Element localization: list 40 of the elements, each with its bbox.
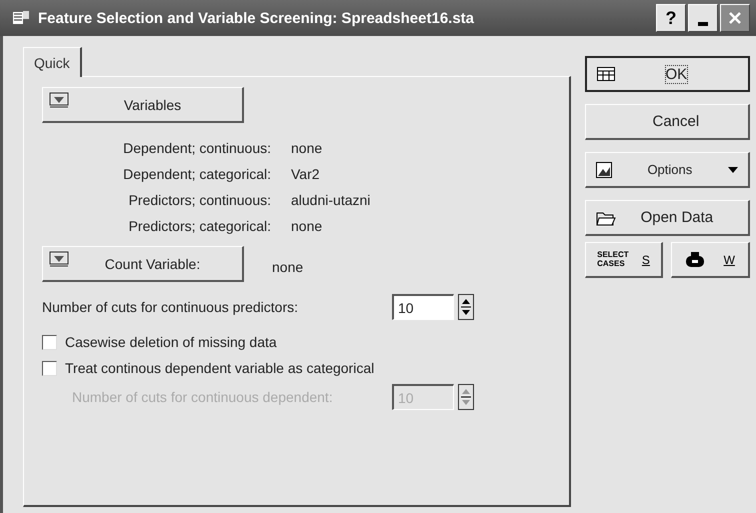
table-icon [596, 67, 615, 81]
variables-button[interactable]: Variables [42, 87, 244, 123]
select-cases-button[interactable]: SELECT CASES S [584, 242, 664, 278]
assignment-value: none [291, 140, 324, 156]
assignment-value: none [291, 218, 324, 234]
variables-icon [49, 92, 69, 108]
weight-button[interactable]: W [671, 242, 750, 278]
checkbox-label: Casewise deletion of missing data [65, 334, 277, 350]
spin-label: Number of cuts for continuous predictors: [42, 299, 300, 315]
options-button[interactable]: Options [584, 152, 750, 188]
variables-icon [49, 250, 69, 266]
number-field[interactable]: 10 [392, 294, 454, 320]
dropdown-arrow-icon [728, 166, 738, 172]
spin-label: Number of cuts for continuous dependent: [72, 389, 334, 405]
app-icon [12, 10, 30, 26]
assignment-label: Predictors; continuous: [128, 192, 271, 208]
cancel-button[interactable]: Cancel [584, 104, 750, 140]
checkbox[interactable] [42, 334, 57, 350]
spin-button[interactable] [458, 294, 474, 320]
close-button[interactable] [720, 4, 750, 32]
assignment-label: Dependent; continuous: [122, 140, 271, 156]
minimize-button[interactable] [688, 4, 718, 32]
window-title: Feature Selection and Variable Screening: Spreadsheet16.sta [38, 10, 476, 26]
open-data-button[interactable]: Open Data [584, 200, 750, 236]
assignment-value: aludni-utazni [291, 192, 372, 208]
close-icon [728, 11, 742, 25]
count-variable-button[interactable]: Count Variable: [42, 246, 244, 282]
weight-icon [685, 252, 706, 268]
help-button[interactable]: ? [656, 4, 686, 32]
checkbox[interactable] [42, 360, 57, 376]
ok-button[interactable]: OK [584, 56, 750, 92]
assignment-label: Dependent; categorical: [122, 166, 271, 182]
tab[interactable]: Quick [23, 47, 82, 77]
assignment-value: Var2 [291, 166, 321, 182]
folder-icon [596, 210, 616, 226]
picture-frame-icon [596, 162, 612, 178]
count-variable-value: none [272, 259, 304, 275]
checkbox-label: Treat continous dependent variable as categorical [65, 360, 374, 376]
minimize-icon [698, 22, 708, 26]
assignment-label: Predictors; categorical: [128, 218, 271, 234]
